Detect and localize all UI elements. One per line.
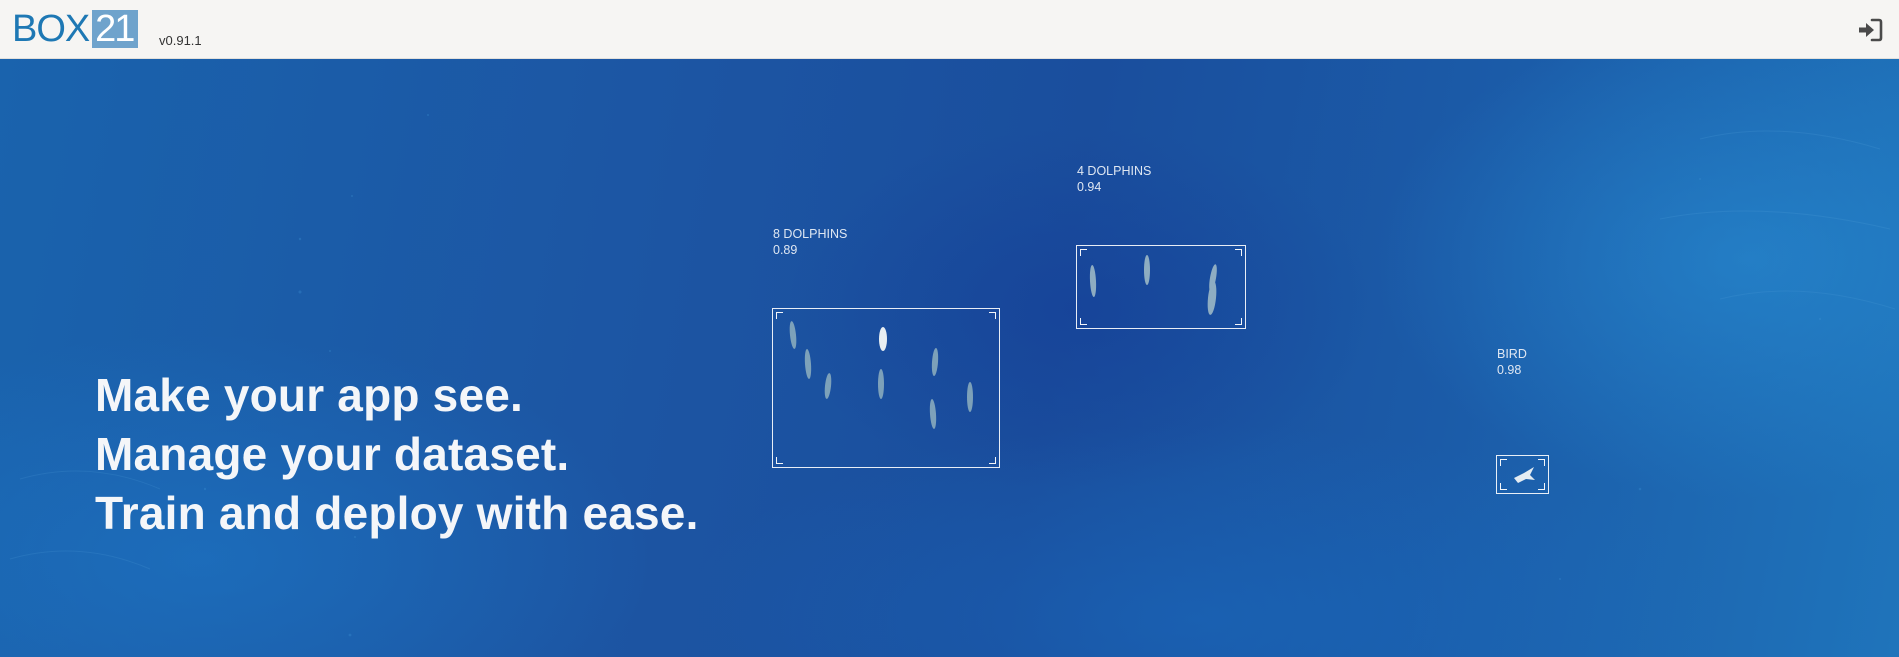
- hero-ocean-image: Make your app see. Manage your dataset. …: [0, 59, 1899, 657]
- logo-text: BOX: [12, 8, 90, 50]
- detection-label-4-dolphins: 4 DOLPHINS 0.94: [1077, 163, 1151, 195]
- detection-score: 0.98: [1497, 363, 1522, 377]
- detection-label-bird: BIRD 0.98: [1497, 346, 1527, 378]
- app-root: BOX 21 v0.91.1 Make your app see. Manage…: [0, 0, 1899, 657]
- detection-score: 0.94: [1077, 180, 1102, 194]
- tagline-line-1: Make your app see.: [95, 369, 523, 421]
- sign-in-icon: [1859, 18, 1883, 42]
- dolphin-group-icon: [1089, 255, 1217, 315]
- tagline-line-2: Manage your dataset.: [95, 428, 570, 480]
- bird-icon: [1514, 467, 1535, 483]
- logo-number-box: 21: [92, 10, 139, 48]
- tagline-line-3: Train and deploy with ease.: [95, 487, 699, 539]
- version-label: v0.91.1: [159, 33, 202, 48]
- logo[interactable]: BOX 21: [12, 8, 139, 50]
- top-bar: BOX 21 v0.91.1: [0, 0, 1899, 59]
- detection-box-bird[interactable]: [1496, 455, 1549, 494]
- detection-label-8-dolphins: 8 DOLPHINS 0.89: [773, 226, 847, 258]
- detection-score: 0.89: [773, 243, 798, 257]
- detection-class: BIRD: [1497, 347, 1527, 361]
- detection-box-4-dolphins[interactable]: [1076, 245, 1246, 329]
- login-button[interactable]: [1857, 18, 1883, 42]
- dolphin-group-icon: [789, 321, 973, 429]
- detection-class: 8 DOLPHINS: [773, 227, 848, 241]
- detection-class: 4 DOLPHINS: [1077, 164, 1152, 178]
- detection-box-8-dolphins[interactable]: [772, 308, 1000, 468]
